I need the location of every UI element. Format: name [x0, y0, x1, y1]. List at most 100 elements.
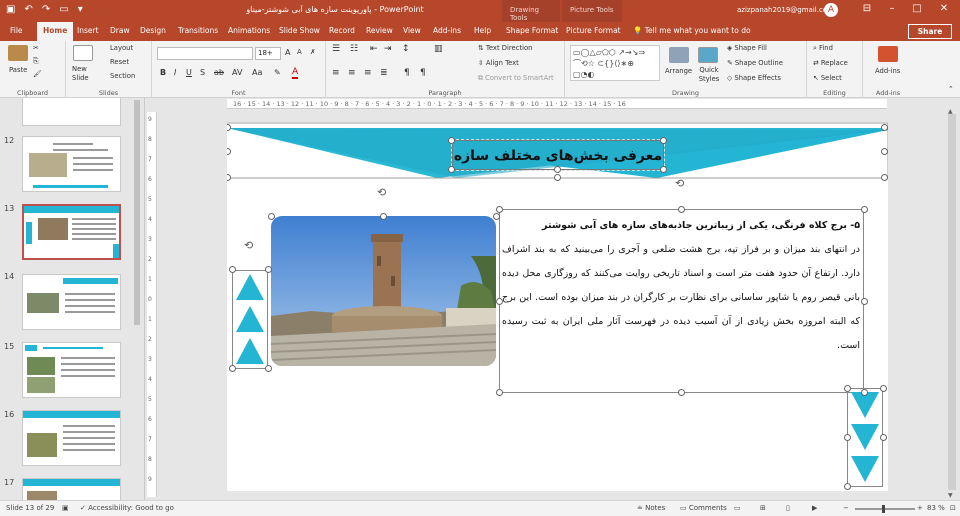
resize-handle[interactable]: [496, 298, 503, 305]
increase-font-icon[interactable]: A: [285, 48, 290, 57]
resize-handle[interactable]: [496, 206, 503, 213]
slide-sorter-icon[interactable]: ⊞: [760, 504, 766, 512]
new-slide-icon[interactable]: [73, 45, 93, 61]
decrease-font-icon[interactable]: A: [297, 48, 302, 56]
resize-handle[interactable]: [660, 166, 667, 173]
resize-handle[interactable]: [881, 124, 888, 131]
quick-styles-icon[interactable]: [698, 47, 718, 63]
tab-view[interactable]: View: [403, 26, 421, 35]
bullets-icon[interactable]: ☰: [332, 44, 340, 54]
tab-insert[interactable]: Insert: [77, 26, 99, 35]
rotate-handle-icon[interactable]: ⟲: [675, 177, 684, 190]
shape-fill-button[interactable]: ◈ Shape Fill: [727, 44, 767, 52]
section-button[interactable]: Section: [110, 72, 135, 80]
cut-icon[interactable]: ✂: [33, 44, 39, 52]
tab-record[interactable]: Record: [329, 26, 355, 35]
align-center-icon[interactable]: ≡: [348, 68, 356, 78]
addins-icon[interactable]: [878, 46, 898, 62]
tab-file[interactable]: File: [10, 26, 23, 35]
italic-icon[interactable]: I: [174, 68, 176, 77]
rotate-handle-icon[interactable]: ⟲: [244, 239, 253, 252]
slide-scroll-thumb[interactable]: [948, 114, 956, 490]
underline-icon[interactable]: U: [186, 68, 192, 77]
tab-add-ins[interactable]: Add-ins: [433, 26, 461, 35]
resize-handle[interactable]: [268, 213, 275, 220]
shape-effects-button[interactable]: ◇ Shape Effects: [727, 74, 781, 82]
share-button[interactable]: Share: [908, 24, 952, 39]
rotate-handle-icon[interactable]: ⟲: [550, 122, 559, 125]
new-slide-button[interactable]: New Slide: [72, 65, 96, 83]
tab-design[interactable]: Design: [140, 26, 166, 35]
addins-button[interactable]: Add-ins: [875, 67, 900, 75]
character-spacing-icon[interactable]: AV: [232, 68, 242, 77]
resize-handle[interactable]: [880, 385, 887, 392]
thumbnail-slide-12[interactable]: [22, 136, 121, 192]
thumbnail-slide-14[interactable]: [22, 274, 121, 330]
font-name-box[interactable]: [157, 47, 253, 60]
replace-button[interactable]: ⇄ Replace: [813, 59, 848, 67]
customize-qat-icon[interactable]: ▾: [78, 4, 83, 15]
shadow-icon[interactable]: S: [200, 68, 205, 77]
align-text-button[interactable]: ⇳ Align Text: [478, 59, 519, 67]
thumbnail-scroll-thumb[interactable]: [134, 100, 140, 325]
slideshow-view-icon[interactable]: ▶: [812, 504, 817, 512]
resize-handle[interactable]: [660, 137, 667, 144]
rotate-handle-icon[interactable]: ⟲: [377, 186, 386, 199]
thumbnail-scrollbar[interactable]: [133, 100, 141, 496]
start-slideshow-icon[interactable]: ▭: [59, 4, 68, 15]
clear-formatting-icon[interactable]: ✗: [310, 48, 316, 56]
resize-handle[interactable]: [861, 298, 868, 305]
slide-scrollbar[interactable]: ▲ ▼: [946, 108, 958, 499]
decrease-indent-icon[interactable]: ⇤: [370, 44, 378, 54]
redo-icon[interactable]: ↷: [42, 4, 50, 15]
thumbnail-slide-13[interactable]: [22, 204, 121, 260]
columns-icon[interactable]: ▥: [434, 44, 443, 54]
accessibility-status[interactable]: ✓ Accessibility: Good to go: [80, 504, 174, 512]
increase-indent-icon[interactable]: ⇥: [384, 44, 392, 54]
tab-picture-format[interactable]: Picture Format: [566, 26, 621, 35]
paste-button[interactable]: Paste: [9, 66, 27, 74]
zoom-level[interactable]: 83 %: [927, 504, 945, 512]
notes-button[interactable]: ≐ Notes: [637, 504, 665, 512]
find-button[interactable]: ⌕ Find: [813, 44, 833, 53]
resize-handle[interactable]: [496, 389, 503, 396]
zoom-out-icon[interactable]: −: [843, 504, 849, 512]
resize-handle[interactable]: [229, 266, 236, 273]
normal-view-icon[interactable]: ▭: [734, 504, 741, 512]
select-button[interactable]: ↖ Select: [813, 74, 842, 82]
bold-icon[interactable]: B: [160, 68, 166, 77]
resize-handle[interactable]: [380, 213, 387, 220]
close-icon[interactable]: ✕: [934, 3, 954, 14]
save-icon[interactable]: ▣: [6, 4, 15, 15]
text-direction-button[interactable]: ⇅ Text Direction: [478, 44, 532, 52]
reading-view-icon[interactable]: ▯: [786, 504, 790, 512]
tab-shape-format[interactable]: Shape Format: [506, 26, 558, 35]
tab-review[interactable]: Review: [366, 26, 393, 35]
shapes-gallery[interactable]: ▭◯△▱⬠⬡ ↗→↘⇒ ⌒⟲☆ ⊂{}⟨⟩∗⊕ ▢◔◐: [570, 45, 660, 81]
justify-icon[interactable]: ≣: [380, 68, 388, 78]
tab-draw[interactable]: Draw: [110, 26, 130, 35]
account-email[interactable]: azizpanah2019@gmail.com: [737, 6, 834, 14]
resize-handle[interactable]: [678, 206, 685, 213]
arrange-button[interactable]: Arrange: [665, 67, 692, 75]
convert-smartart-button[interactable]: ⧉ Convert to SmartArt: [478, 74, 554, 83]
paste-icon[interactable]: [8, 45, 28, 61]
zoom-slider[interactable]: [855, 508, 915, 510]
resize-handle[interactable]: [448, 137, 455, 144]
resize-handle[interactable]: [448, 166, 455, 173]
shape-outline-button[interactable]: ✎ Shape Outline: [727, 59, 783, 67]
tab-animations[interactable]: Animations: [228, 26, 270, 35]
zoom-slider-knob[interactable]: [882, 505, 885, 513]
resize-handle[interactable]: [229, 365, 236, 372]
body-text-box[interactable]: ۵- برج کلاه فرنگی، یکی از زیباترین جاذبه…: [499, 209, 864, 393]
thumbnail-slide-11[interactable]: [22, 98, 121, 126]
tab-slide-show[interactable]: Slide Show: [279, 26, 320, 35]
rtl-icon[interactable]: ¶: [420, 68, 426, 78]
resize-handle[interactable]: [265, 365, 272, 372]
resize-handle[interactable]: [881, 174, 888, 181]
resize-handle[interactable]: [265, 266, 272, 273]
resize-handle[interactable]: [844, 385, 851, 392]
tab-home[interactable]: Home: [37, 22, 74, 41]
resize-handle[interactable]: [844, 483, 851, 490]
fit-slide-icon[interactable]: ⊡: [950, 504, 956, 512]
